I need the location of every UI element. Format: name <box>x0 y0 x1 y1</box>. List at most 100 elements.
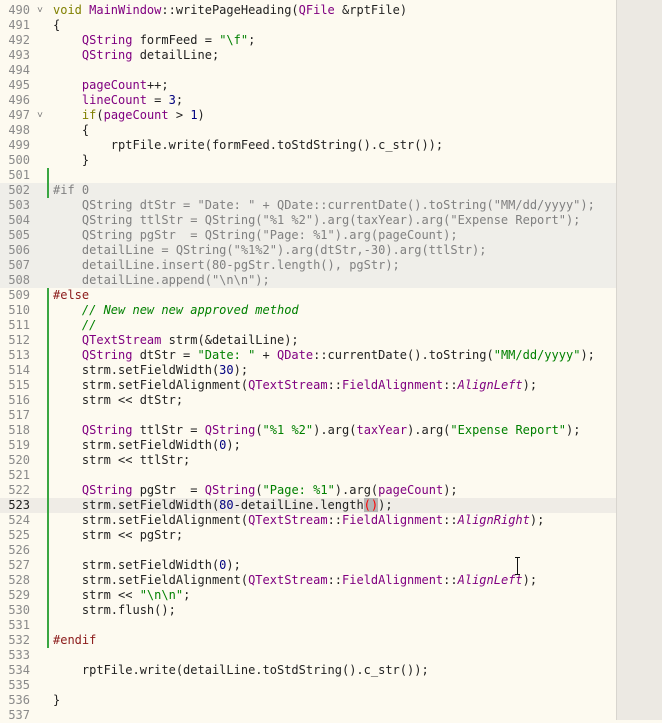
code-line[interactable]: 496 lineCount = 3; <box>0 93 616 108</box>
code-line[interactable]: 493 QString detailLine; <box>0 48 616 63</box>
line-number: 511 <box>8 318 30 332</box>
code-line[interactable]: 530 strm.flush(); <box>0 603 616 618</box>
code-text[interactable]: QTextStream strm(&detailLine); <box>53 333 299 348</box>
code-line[interactable]: 532 #endif <box>0 633 616 648</box>
code-text[interactable]: strm.setFieldWidth(80-detailLine.length(… <box>53 498 393 513</box>
code-text[interactable]: detailLine.insert(80-pgStr.length(), pgS… <box>53 258 400 273</box>
code-text[interactable]: detailLine.append("\n\n"); <box>53 273 270 288</box>
code-text[interactable]: { <box>53 123 89 138</box>
code-text[interactable]: // New new new approved method <box>53 303 299 318</box>
code-line[interactable]: 534 rptFile.write(detailLine.toStdString… <box>0 663 616 678</box>
code-token: QString <box>204 423 256 437</box>
code-text[interactable]: } <box>53 693 60 708</box>
code-line[interactable]: 525 strm << pgStr; <box>0 528 616 543</box>
code-line[interactable]: 501 <box>0 168 616 183</box>
fold-chevron-icon[interactable]: ˅ <box>35 3 45 18</box>
code-line[interactable]: 527 strm.setFieldWidth(0); <box>0 558 616 573</box>
code-line[interactable]: 508 detailLine.append("\n\n"); <box>0 273 616 288</box>
code-text[interactable]: strm.setFieldWidth(0); <box>53 438 241 453</box>
code-text[interactable]: strm << "\n\n"; <box>53 588 190 603</box>
code-line[interactable]: 529 strm << "\n\n"; <box>0 588 616 603</box>
code-text[interactable]: rptFile.write(formFeed.toStdString().c_s… <box>53 138 443 153</box>
code-line[interactable]: 514 strm.setFieldWidth(30); <box>0 363 616 378</box>
code-line[interactable]: 511 // <box>0 318 616 333</box>
code-line[interactable]: 520 strm << ttlStr; <box>0 453 616 468</box>
code-line[interactable]: 507 detailLine.insert(80-pgStr.length(),… <box>0 258 616 273</box>
code-line[interactable]: 506 detailLine = QString("%1%2").arg(dtS… <box>0 243 616 258</box>
code-token: -detailLine.length <box>233 498 364 512</box>
code-line[interactable]: 518 QString ttlStr = QString("%1 %2").ar… <box>0 423 616 438</box>
code-line[interactable]: 492 QString formFeed = "\f"; <box>0 33 616 48</box>
code-text[interactable]: #endif <box>53 633 96 648</box>
code-text[interactable]: QString dtStr = "Date: " + QDate::curren… <box>53 348 595 363</box>
code-text[interactable]: strm.setFieldAlignment(QTextStream::Fiel… <box>53 513 544 528</box>
code-text[interactable]: QString formFeed = "\f"; <box>53 33 255 48</box>
code-line[interactable]: 512 QTextStream strm(&detailLine); <box>0 333 616 348</box>
code-token: pageCount <box>81 78 147 92</box>
fold-chevron-icon[interactable]: ˅ <box>35 108 45 123</box>
code-token: :: <box>443 573 458 587</box>
code-line[interactable]: 519 strm.setFieldWidth(0); <box>0 438 616 453</box>
code-line[interactable]: 523 strm.setFieldWidth(80-detailLine.len… <box>0 498 616 513</box>
code-text[interactable]: strm.setFieldWidth(30); <box>53 363 248 378</box>
code-line[interactable]: 502 #if 0 <box>0 183 616 198</box>
code-text[interactable]: { <box>53 18 60 33</box>
code-line[interactable]: 515 strm.setFieldAlignment(QTextStream::… <box>0 378 616 393</box>
code-text[interactable]: QString pgStr = QString("Page: %1").arg(… <box>53 228 458 243</box>
line-number: 498 <box>8 123 30 137</box>
code-line[interactable]: 510 // New new new approved method <box>0 303 616 318</box>
code-text[interactable]: strm << ttlStr; <box>53 453 190 468</box>
code-line[interactable]: 495 pageCount++; <box>0 78 616 93</box>
code-line[interactable]: 490 ˅ void MainWindow::writePageHeading(QF… <box>0 3 616 18</box>
code-line[interactable]: 516 strm << dtStr; <box>0 393 616 408</box>
code-line[interactable]: 491 { <box>0 18 616 33</box>
code-line[interactable]: 524 strm.setFieldAlignment(QTextStream::… <box>0 513 616 528</box>
code-text[interactable]: strm << pgStr; <box>53 528 183 543</box>
code-text[interactable]: strm << dtStr; <box>53 393 183 408</box>
code-text[interactable]: } <box>53 153 89 168</box>
line-number: 526 <box>8 543 30 557</box>
code-text[interactable]: strm.flush(); <box>53 603 176 618</box>
code-text[interactable]: #else <box>53 288 89 303</box>
code-text[interactable]: strm.setFieldAlignment(QTextStream::Fiel… <box>53 573 537 588</box>
code-text[interactable]: strm.setFieldAlignment(QTextStream::Fiel… <box>53 378 537 393</box>
code-token: FieldAlignment <box>342 513 444 527</box>
code-text[interactable]: QString pgStr = QString("Page: %1").arg(… <box>53 483 458 498</box>
code-line[interactable]: 494 <box>0 63 616 78</box>
code-line[interactable]: 517 <box>0 408 616 423</box>
code-line[interactable]: 528 strm.setFieldAlignment(QTextStream::… <box>0 573 616 588</box>
code-text[interactable]: QString ttlStr = QString("%1 %2").arg(ta… <box>53 423 581 438</box>
code-line[interactable]: 537 <box>0 708 616 723</box>
code-line[interactable]: 505 QString pgStr = QString("Page: %1").… <box>0 228 616 243</box>
code-line[interactable]: 499 rptFile.write(formFeed.toStdString()… <box>0 138 616 153</box>
code-line[interactable]: 503 QString dtStr = "Date: " + QDate::cu… <box>0 198 616 213</box>
code-line[interactable]: 535 <box>0 678 616 693</box>
code-line[interactable]: 526 <box>0 543 616 558</box>
code-line[interactable]: 521 <box>0 468 616 483</box>
code-line[interactable]: 522 QString pgStr = QString("Page: %1").… <box>0 483 616 498</box>
code-text[interactable]: QString detailLine; <box>53 48 219 63</box>
code-text[interactable]: // <box>53 318 96 333</box>
code-line[interactable]: 509 #else <box>0 288 616 303</box>
code-line[interactable]: 513 QString dtStr = "Date: " + QDate::cu… <box>0 348 616 363</box>
code-text[interactable]: QString ttlStr = QString("%1 %2").arg(ta… <box>53 213 581 228</box>
code-text[interactable]: #if 0 <box>53 183 89 198</box>
code-text[interactable]: void MainWindow::writePageHeading(QFile … <box>53 3 407 18</box>
code-text[interactable]: QString dtStr = "Date: " + QDate::curren… <box>53 198 595 213</box>
code-line[interactable]: 531 <box>0 618 616 633</box>
code-text[interactable]: rptFile.write(detailLine.toStdString().c… <box>53 663 429 678</box>
code-text[interactable]: if(pageCount > 1) <box>53 108 205 123</box>
code-editor[interactable]: 490 ˅ void MainWindow::writePageHeading(QF… <box>0 0 662 723</box>
code-line[interactable]: 536} <box>0 693 616 708</box>
change-marker <box>47 363 49 378</box>
code-text[interactable]: strm.setFieldWidth(0); <box>53 558 241 573</box>
change-marker <box>47 513 49 528</box>
code-line[interactable]: 504 QString ttlStr = QString("%1 %2").ar… <box>0 213 616 228</box>
code-line[interactable]: 497 ˅ if(pageCount > 1) <box>0 108 616 123</box>
code-text[interactable]: detailLine = QString("%1%2").arg(dtStr,-… <box>53 243 487 258</box>
code-line[interactable]: 533 <box>0 648 616 663</box>
code-text[interactable]: pageCount++; <box>53 78 169 93</box>
code-line[interactable]: 500 } <box>0 153 616 168</box>
code-line[interactable]: 498 { <box>0 123 616 138</box>
code-text[interactable]: lineCount = 3; <box>53 93 183 108</box>
